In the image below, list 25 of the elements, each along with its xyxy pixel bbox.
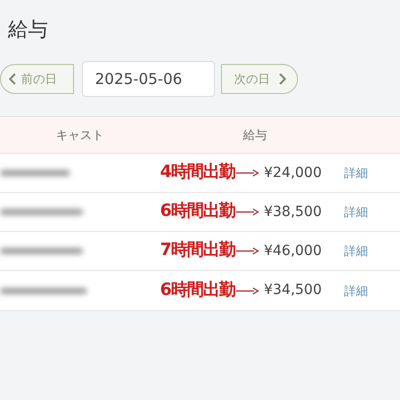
column-header: 給与 bbox=[243, 127, 267, 144]
salary-amount: ¥34,500 bbox=[264, 281, 323, 300]
arrow-icon bbox=[236, 286, 260, 294]
page-title: 給与 bbox=[8, 16, 48, 42]
hours-annotation: 6時間出勤 bbox=[160, 278, 235, 302]
detail-link[interactable]: 詳細 bbox=[344, 164, 368, 182]
next-day-button[interactable]: 次の日 bbox=[221, 64, 298, 94]
hours-annotation: 6時間出勤 bbox=[160, 200, 235, 224]
detail-link[interactable]: 詳細 bbox=[344, 203, 368, 221]
arrow-icon bbox=[236, 169, 260, 177]
date-field[interactable]: 2025-05-06 bbox=[82, 61, 215, 97]
blurred-name bbox=[0, 170, 70, 176]
salary-amount: ¥46,000 bbox=[264, 242, 323, 260]
salary-amount: ¥38,500 bbox=[264, 202, 323, 222]
detail-link[interactable]: 詳細 bbox=[344, 282, 368, 300]
chevron-right-icon bbox=[278, 73, 286, 85]
column-header: キャスト bbox=[56, 127, 104, 144]
chevron-left-icon bbox=[9, 73, 17, 85]
hours-annotation: 7時間出勤 bbox=[160, 239, 235, 262]
salary-amount: ¥24,000 bbox=[264, 164, 323, 182]
arrow-icon bbox=[236, 208, 260, 216]
detail-link[interactable]: 詳細 bbox=[344, 242, 368, 260]
prev-day-button[interactable]: 前の日 bbox=[0, 64, 74, 94]
arrow-icon bbox=[236, 247, 260, 255]
hours-annotation: 4時間出勤 bbox=[160, 161, 235, 184]
